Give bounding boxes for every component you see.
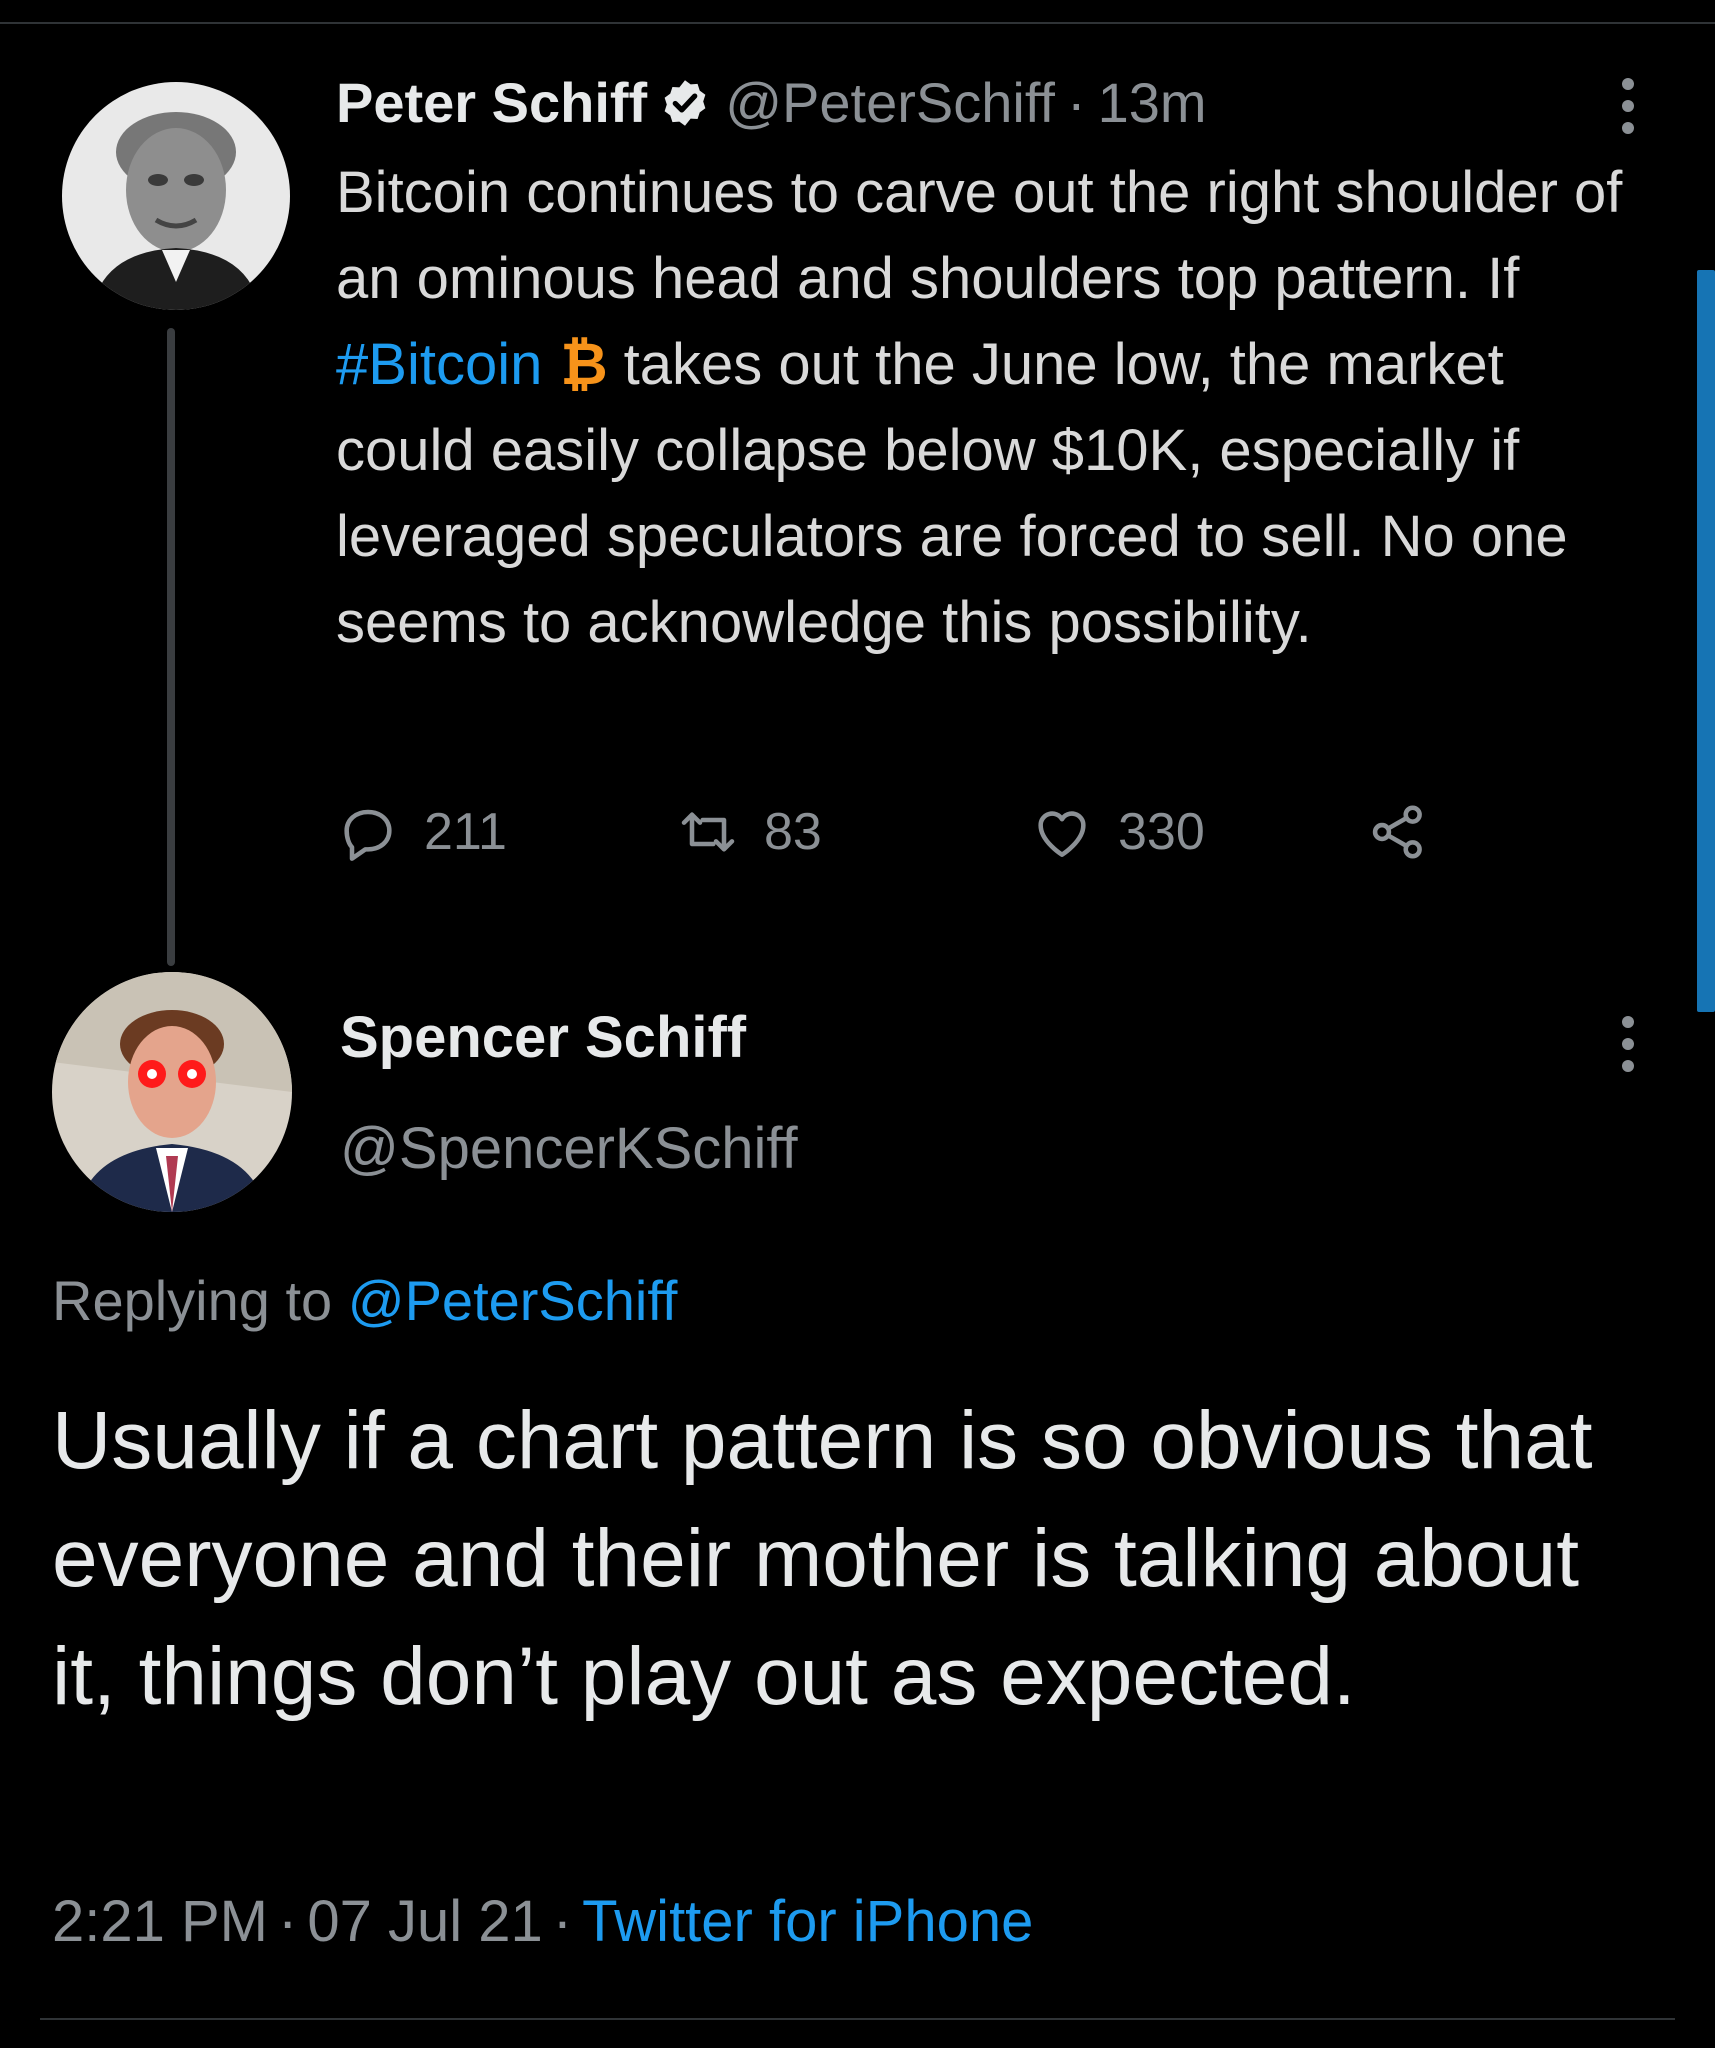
tweet-action-bar: 211 83 330 xyxy=(336,800,1536,870)
tweet-text-part1: Bitcoin continues to carve out the right… xyxy=(336,160,1623,311)
top-divider xyxy=(0,22,1715,24)
tweet-timestamp[interactable]: 13m xyxy=(1098,70,1207,135)
reply-time: 2:21 PM xyxy=(52,1889,268,1954)
meta-separator: · xyxy=(278,1889,298,1954)
scrollbar[interactable] xyxy=(1697,270,1715,1012)
replying-to-prefix: Replying to xyxy=(52,1269,348,1332)
original-author-name[interactable]: Peter Schiff xyxy=(336,70,647,135)
verified-badge-icon xyxy=(659,77,711,129)
reply-more-options-icon[interactable] xyxy=(1620,1016,1636,1072)
thread-connector-line xyxy=(167,328,175,966)
original-tweet-text: Bitcoin continues to carve out the right… xyxy=(336,150,1656,666)
peter-schiff-avatar[interactable] xyxy=(62,82,290,310)
like-icon xyxy=(1038,811,1086,857)
reply-author-name[interactable]: Spencer Schiff xyxy=(340,1004,746,1071)
reply-author-handle[interactable]: @SpencerKSchiff xyxy=(340,1115,798,1182)
retweet-button[interactable]: 83 xyxy=(676,800,822,864)
reply-button[interactable]: 211 xyxy=(336,800,507,864)
tweet-source-link[interactable]: Twitter for iPhone xyxy=(582,1889,1033,1954)
header-separator: · xyxy=(1066,71,1086,134)
meta-separator-2: · xyxy=(552,1889,573,1954)
bitcoin-emoji: ₿ xyxy=(560,332,608,397)
original-tweet-header: Peter Schiff @PeterSchiff · 13m xyxy=(336,70,1207,135)
reply-metadata: 2:21 PM · 07 Jul 21 · Twitter for iPhone xyxy=(52,1888,1033,1955)
share-icon xyxy=(1372,805,1422,859)
spencer-schiff-avatar[interactable] xyxy=(52,972,292,1212)
retweet-icon xyxy=(681,812,735,852)
share-button[interactable] xyxy=(1366,800,1430,864)
reply-count: 211 xyxy=(424,803,507,861)
more-options-icon[interactable] xyxy=(1620,78,1636,134)
reply-icon xyxy=(344,809,392,861)
like-button[interactable]: 330 xyxy=(1030,800,1205,864)
replying-to-mention-link[interactable]: @PeterSchiff xyxy=(348,1269,678,1332)
reply-tweet-text: Usually if a chart pattern is so obvious… xyxy=(52,1395,1593,1722)
retweet-count: 83 xyxy=(764,803,822,861)
bitcoin-hashtag-link[interactable]: #Bitcoin xyxy=(336,332,542,397)
bottom-divider xyxy=(40,2018,1675,2020)
replying-to-line: Replying to @PeterSchiff xyxy=(52,1268,677,1333)
like-count: 330 xyxy=(1118,803,1205,861)
original-author-handle[interactable]: @PeterSchiff xyxy=(725,70,1055,135)
reply-date: 07 Jul 21 xyxy=(307,1889,543,1954)
